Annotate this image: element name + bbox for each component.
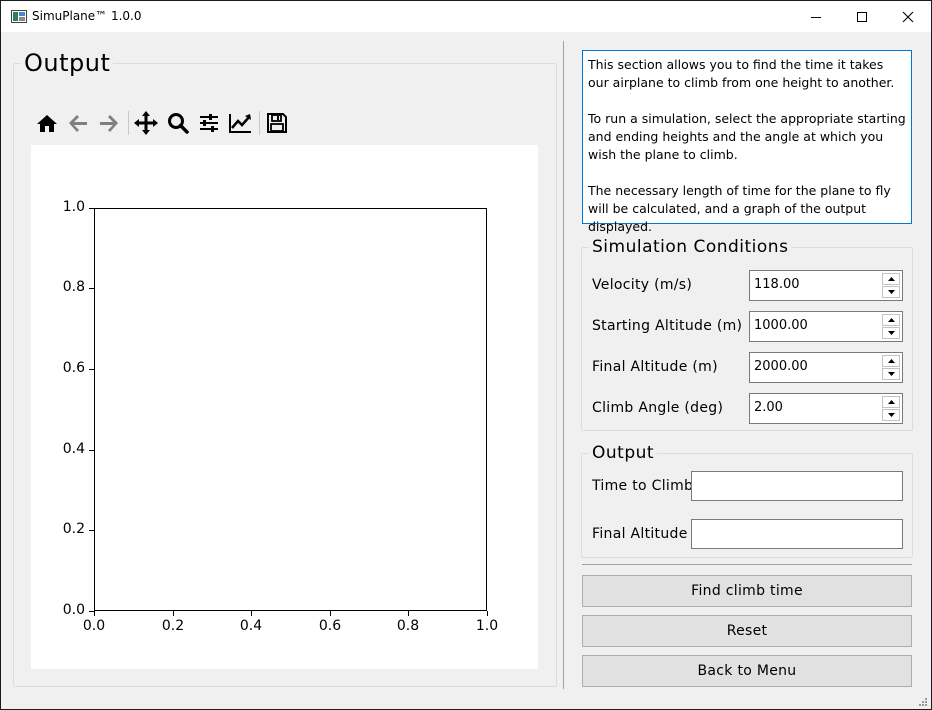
- back-to-menu-button[interactable]: Back to Menu: [582, 655, 912, 687]
- reset-button[interactable]: Reset: [582, 615, 912, 647]
- edit-axis-icon: [229, 114, 251, 133]
- velocity-value: 118.00: [754, 277, 800, 292]
- x-tick-label: 0.8: [396, 618, 420, 634]
- y-tick: [89, 208, 94, 209]
- app-plane-icon: [11, 10, 27, 23]
- arrow-down-icon: [888, 413, 895, 417]
- resize-grip-icon[interactable]: [918, 697, 928, 707]
- velocity-label: Velocity (m/s): [592, 277, 693, 293]
- y-tick: [89, 288, 94, 289]
- climb-angle-decrement-button[interactable]: [882, 409, 900, 421]
- final-altitude-increment-button[interactable]: [882, 355, 900, 367]
- x-tick: [173, 611, 174, 616]
- final-altitude-output-field[interactable]: [691, 519, 903, 549]
- y-tick: [89, 369, 94, 370]
- x-tick: [94, 611, 95, 616]
- back-icon: [69, 115, 87, 132]
- output-plot-group-title: Output: [21, 49, 114, 77]
- back-button[interactable]: [65, 109, 91, 137]
- arrow-up-icon: [888, 277, 895, 281]
- arrow-down-icon: [888, 331, 895, 335]
- arrow-up-icon: [888, 359, 895, 363]
- pan-icon: [134, 111, 158, 135]
- x-tick-label: 0.4: [239, 618, 263, 634]
- y-tick-label: 0.4: [62, 441, 85, 457]
- climb-angle-spinbox[interactable]: 2.00: [749, 393, 903, 424]
- y-tick-label: 0.2: [62, 521, 85, 537]
- y-tick: [89, 450, 94, 451]
- forward-icon: [100, 115, 118, 132]
- starting-altitude-label: Starting Altitude (m): [592, 318, 743, 334]
- button-divider: [582, 564, 912, 565]
- home-icon: [37, 115, 57, 132]
- velocity-spinbox[interactable]: 118.00: [749, 270, 903, 301]
- save-figure-button[interactable]: [264, 109, 290, 137]
- window-title: SimuPlane™ 1.0.0: [32, 9, 142, 23]
- climb-angle-label: Climb Angle (deg): [592, 400, 724, 416]
- output-results-title: Output: [589, 443, 658, 463]
- x-tick: [487, 611, 488, 616]
- home-button[interactable]: [34, 109, 60, 137]
- find-climb-time-button[interactable]: Find climb time: [582, 575, 912, 607]
- minimize-button[interactable]: [793, 1, 839, 32]
- plot-canvas[interactable]: 1.0 0.8 0.6 0.4 0.2 0.0 0.0 0.2 0.4 0.6 …: [31, 145, 538, 669]
- final-altitude-spinbox[interactable]: 2000.00: [749, 352, 903, 383]
- save-icon: [267, 113, 287, 133]
- x-tick: [330, 611, 331, 616]
- final-altitude-input-label: Final Altitude (m): [592, 359, 718, 375]
- maximize-icon: [857, 12, 867, 22]
- y-tick-label: 0.8: [62, 279, 85, 295]
- title-bar: SimuPlane™ 1.0.0: [1, 1, 931, 32]
- y-tick-label: 0.6: [62, 360, 85, 376]
- edit-axis-button[interactable]: [227, 109, 253, 137]
- time-to-climb-field[interactable]: [691, 471, 903, 501]
- forward-button[interactable]: [96, 109, 122, 137]
- panel-divider: [563, 41, 564, 689]
- final-altitude-output-label: Final Altitude: [592, 526, 688, 542]
- arrow-up-icon: [888, 318, 895, 322]
- arrow-down-icon: [888, 290, 895, 294]
- starting-altitude-value: 1000.00: [754, 318, 808, 333]
- x-tick-label: 1.0: [475, 618, 499, 634]
- climb-angle-increment-button[interactable]: [882, 396, 900, 408]
- time-to-climb-label: Time to Climb: [592, 478, 694, 494]
- starting-altitude-decrement-button[interactable]: [882, 327, 900, 339]
- y-tick-label: 0.0: [62, 602, 85, 618]
- main-window: SimuPlane™ 1.0.0 Output 1.0 0.8 0.6 0.4 …: [0, 0, 932, 710]
- configure-subplots-icon: [200, 114, 218, 132]
- x-tick: [251, 611, 252, 616]
- arrow-up-icon: [888, 400, 895, 404]
- description-paragraph: The necessary length of time for the pla…: [588, 183, 891, 234]
- x-tick-label: 0.0: [82, 618, 106, 634]
- velocity-increment-button[interactable]: [882, 273, 900, 285]
- maximize-button[interactable]: [839, 1, 885, 32]
- close-icon: [902, 11, 914, 23]
- configure-subplots-button[interactable]: [196, 109, 222, 137]
- zoom-button[interactable]: [165, 109, 191, 137]
- x-tick-label: 0.6: [318, 618, 342, 634]
- arrow-down-icon: [888, 372, 895, 376]
- velocity-decrement-button[interactable]: [882, 286, 900, 298]
- x-tick: [408, 611, 409, 616]
- pan-button[interactable]: [133, 109, 159, 137]
- description-text: This section allows you to find the time…: [582, 50, 912, 234]
- y-tick: [89, 530, 94, 531]
- minimize-icon: [811, 17, 821, 18]
- y-tick-label: 1.0: [62, 199, 85, 215]
- close-button[interactable]: [885, 1, 931, 32]
- final-altitude-input-value: 2000.00: [754, 359, 808, 374]
- toolbar-separator: [259, 111, 260, 135]
- toolbar-separator: [128, 111, 129, 135]
- climb-angle-value: 2.00: [754, 400, 783, 415]
- description-paragraph: This section allows you to find the time…: [588, 57, 895, 90]
- zoom-icon: [168, 113, 189, 134]
- plot-axes: [94, 208, 487, 611]
- description-paragraph: To run a simulation, select the appropri…: [588, 111, 906, 162]
- simulation-conditions-title: Simulation Conditions: [589, 237, 792, 257]
- final-altitude-decrement-button[interactable]: [882, 368, 900, 380]
- starting-altitude-increment-button[interactable]: [882, 314, 900, 326]
- x-tick-label: 0.2: [161, 618, 185, 634]
- starting-altitude-spinbox[interactable]: 1000.00: [749, 311, 903, 342]
